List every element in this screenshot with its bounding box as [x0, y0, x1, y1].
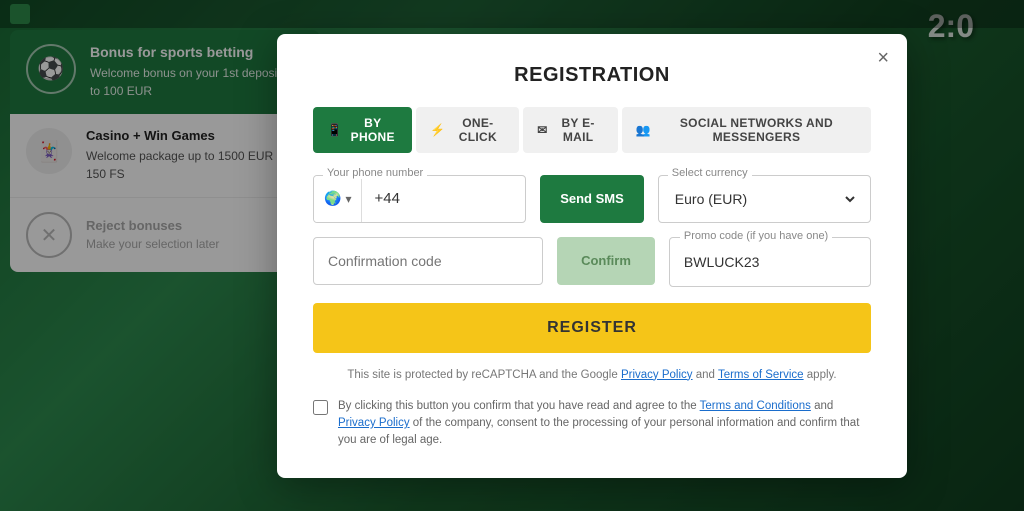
- privacy-policy-link[interactable]: Privacy Policy: [621, 369, 693, 381]
- phone-tab-icon: 📱: [327, 123, 342, 137]
- modal-title: REGISTRATION: [313, 64, 871, 87]
- email-tab-label: BY E-MAIL: [553, 116, 604, 144]
- tab-by-email[interactable]: ✉ BY E-MAIL: [523, 107, 617, 153]
- currency-select[interactable]: Euro (EUR) USD (USD) GBP (GBP): [671, 190, 858, 208]
- apply-text: apply.: [807, 369, 837, 381]
- phone-input-wrap: 🌍 ▾ +44: [313, 175, 526, 223]
- terms-row: By clicking this button you confirm that…: [313, 398, 871, 450]
- send-sms-button[interactable]: Send SMS: [540, 175, 644, 223]
- flag-chevron: ▾: [345, 192, 351, 206]
- terms-checkbox[interactable]: [313, 400, 328, 415]
- recaptcha-text: This site is protected by reCAPTCHA and …: [347, 369, 617, 381]
- confirmation-promo-row: Confirm Promo code (if you have one): [313, 237, 871, 287]
- terms-suffix: of the company, consent to the processin…: [338, 417, 859, 446]
- oneclick-tab-icon: ⚡: [430, 123, 445, 137]
- currency-field-label: Select currency: [668, 167, 752, 179]
- terms-of-service-link[interactable]: Terms of Service: [718, 369, 804, 381]
- social-tab-icon: 👥: [636, 123, 651, 137]
- and-text: and: [696, 369, 715, 381]
- tab-by-phone[interactable]: 📱 BY PHONE: [313, 107, 412, 153]
- tab-social[interactable]: 👥 SOCIAL NETWORKS AND MESSENGERS: [622, 107, 871, 153]
- phone-number-display: +44: [362, 190, 525, 207]
- promo-field-label: Promo code (if you have one): [680, 230, 832, 242]
- oneclick-tab-label: ONE-CLICK: [451, 116, 506, 144]
- terms-prefix: By clicking this button you confirm that…: [338, 400, 697, 412]
- promo-code-input[interactable]: [670, 238, 870, 286]
- privacy-policy-link2[interactable]: Privacy Policy: [338, 417, 410, 429]
- phone-field-label: Your phone number: [323, 167, 427, 179]
- flag-select[interactable]: 🌍 ▾: [314, 176, 362, 222]
- phone-currency-row: Your phone number 🌍 ▾ +44 Send SMS Selec…: [313, 175, 871, 223]
- currency-field-group: Select currency Euro (EUR) USD (USD) GBP…: [658, 175, 871, 223]
- flag-icon: 🌍: [324, 190, 341, 207]
- confirm-button[interactable]: Confirm: [557, 237, 655, 285]
- registration-modal: × REGISTRATION 📱 BY PHONE ⚡ ONE-CLICK ✉ …: [277, 34, 907, 478]
- promo-field-group: Promo code (if you have one): [669, 237, 871, 287]
- currency-select-wrap[interactable]: Euro (EUR) USD (USD) GBP (GBP): [658, 175, 871, 223]
- recaptcha-notice: This site is protected by reCAPTCHA and …: [313, 367, 871, 384]
- registration-tabs: 📱 BY PHONE ⚡ ONE-CLICK ✉ BY E-MAIL 👥 SOC…: [313, 107, 871, 153]
- terms-conditions-link[interactable]: Terms and Conditions: [700, 400, 811, 412]
- close-button[interactable]: ×: [877, 48, 889, 68]
- tab-one-click[interactable]: ⚡ ONE-CLICK: [416, 107, 519, 153]
- modal-overlay: × REGISTRATION 📱 BY PHONE ⚡ ONE-CLICK ✉ …: [0, 0, 1024, 511]
- social-tab-label: SOCIAL NETWORKS AND MESSENGERS: [656, 116, 857, 144]
- phone-tab-label: BY PHONE: [347, 116, 398, 144]
- register-button[interactable]: REGISTER: [313, 303, 871, 353]
- terms-and2: and: [814, 400, 833, 412]
- terms-text: By clicking this button you confirm that…: [338, 398, 871, 450]
- confirmation-code-input[interactable]: [313, 237, 543, 285]
- email-tab-icon: ✉: [537, 123, 547, 137]
- phone-field-group: Your phone number 🌍 ▾ +44: [313, 175, 526, 223]
